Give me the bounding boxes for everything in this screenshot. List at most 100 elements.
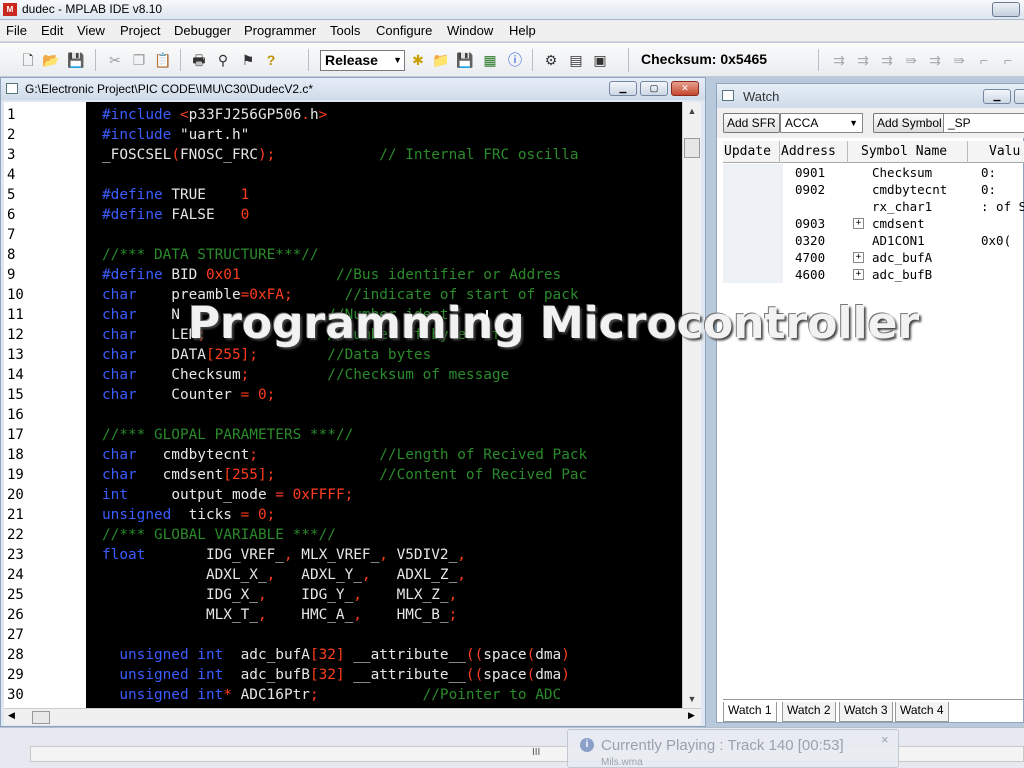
debug-step-icon[interactable]: ⇉	[854, 51, 872, 69]
menu-debugger[interactable]: Debugger	[174, 23, 231, 38]
find-in-files-icon[interactable]: ⚑	[239, 51, 257, 69]
code-line[interactable]: IDG_X_, IDG_Y_, MLX_Z_,	[102, 585, 457, 605]
copy-icon[interactable]: ❐	[130, 51, 148, 69]
code-line[interactable]: MLX_T_, HMC_A_, HMC_B_;	[102, 605, 457, 625]
help-icon[interactable]: ?	[262, 51, 280, 69]
save-icon[interactable]: 💾	[67, 51, 85, 69]
maximize-button[interactable]	[1014, 89, 1024, 104]
close-icon[interactable]: ×	[881, 732, 889, 747]
minimize-button[interactable]: ▁	[983, 89, 1011, 104]
memory-icon[interactable]: ▣	[591, 51, 609, 69]
code-line[interactable]: ADXL_X_, ADXL_Y_, ADXL_Z_,	[102, 565, 466, 585]
menu-file[interactable]: File	[6, 23, 27, 38]
column-address[interactable]: Address	[781, 144, 836, 159]
watch-row[interactable]: 0903 + cmdsent	[723, 215, 1024, 232]
new-project-icon[interactable]: ✱	[409, 51, 427, 69]
tab-watch-2[interactable]: Watch 2	[782, 702, 836, 722]
tab-watch-4[interactable]: Watch 4	[895, 702, 949, 722]
tab-watch-1[interactable]: Watch 1	[723, 702, 777, 722]
code-line[interactable]: #define BID 0x01 //Bus identifier or Add…	[102, 265, 561, 285]
column-update[interactable]: Update	[724, 144, 771, 159]
code-line[interactable]: unsigned int adc_bufB[32] __attribute__(…	[102, 665, 570, 685]
tab-watch-3[interactable]: Watch 3	[839, 702, 893, 722]
column-divider[interactable]	[967, 141, 968, 163]
watch-row[interactable]: 4700 + adc_bufA	[723, 249, 1024, 266]
code-line[interactable]: //*** DATA STRUCTURE***//	[102, 245, 319, 265]
debug-breakpoint-icon[interactable]: ⇛	[950, 51, 968, 69]
watch-row[interactable]: 4600 + adc_bufB	[723, 266, 1024, 283]
code-line[interactable]: unsigned int adc_bufA[32] __attribute__(…	[102, 645, 570, 665]
scrollbar-grip[interactable]: III	[532, 747, 540, 758]
build-config-select[interactable]: Release ▼	[320, 50, 405, 71]
build-icon[interactable]: ▦	[481, 51, 499, 69]
menu-project[interactable]: Project	[120, 23, 160, 38]
expand-icon[interactable]: +	[853, 252, 864, 263]
code-line[interactable]: char cmdsent[255]; //Content of Recived …	[102, 465, 587, 485]
menu-help[interactable]: Help	[509, 23, 536, 38]
find-icon[interactable]: ⚲	[214, 51, 232, 69]
cut-icon[interactable]: ✂	[106, 51, 124, 69]
code-line[interactable]: char Counter = 0;	[102, 385, 275, 405]
code-line[interactable]: #include <p33FJ256GP506.h>	[102, 105, 327, 125]
code-line[interactable]: char Checksum; //Checksum of message	[102, 365, 509, 385]
code-line[interactable]: #include "uart.h"	[102, 125, 249, 145]
watch-row[interactable]: 0902 cmdbytecnt 0:	[723, 181, 1024, 198]
code-line[interactable]: //*** GLOPAL PARAMETERS ***//	[102, 425, 353, 445]
code-editor[interactable]: #include <p33FJ256GP506.h> #include "uart…	[86, 102, 682, 708]
minimize-button[interactable]: ▁	[609, 81, 637, 96]
debug-step-out-icon[interactable]: ⇛	[902, 51, 920, 69]
add-sfr-button[interactable]: Add SFR	[723, 113, 780, 133]
menu-window[interactable]: Window	[447, 23, 493, 38]
maximize-button[interactable]: ▢	[640, 81, 668, 96]
debug-reset-icon[interactable]: ⇉	[926, 51, 944, 69]
watch-row[interactable]: 0320 AD1CON1 0x0(	[723, 232, 1024, 249]
open-project-icon[interactable]: 📁	[432, 51, 450, 69]
save-project-icon[interactable]: 💾	[456, 51, 474, 69]
code-line[interactable]: #define FALSE 0	[102, 205, 249, 225]
menu-view[interactable]: View	[77, 23, 105, 38]
scroll-down-icon[interactable]: ▼	[685, 694, 699, 704]
scrollbar-thumb[interactable]	[684, 138, 700, 158]
column-divider[interactable]	[847, 141, 848, 163]
menu-tools[interactable]: Tools	[330, 23, 360, 38]
watch-row[interactable]: 0901 Checksum 0:	[723, 164, 1024, 181]
now-playing-notification[interactable]: i Currently Playing : Track 140 [00:53] …	[567, 729, 899, 768]
code-line[interactable]: char cmdbytecnt; //Length of Recived Pac…	[102, 445, 587, 465]
scroll-up-icon[interactable]: ▲	[685, 106, 699, 116]
code-line[interactable]: unsigned int* ADC16Ptr; //Pointer to ADC	[102, 685, 561, 705]
add-symbol-button[interactable]: Add Symbol	[873, 113, 946, 133]
expand-icon[interactable]: +	[853, 269, 864, 280]
watch-row[interactable]: rx_char1: of Sc	[723, 198, 1024, 215]
paste-icon[interactable]: 📋	[154, 51, 172, 69]
make-icon[interactable]: ⚙	[542, 51, 560, 69]
debug-animate-icon[interactable]: ⌐	[999, 51, 1017, 69]
code-line[interactable]: _FOSCSEL(FNOSC_FRC); // Internal FRC osc…	[102, 145, 579, 165]
debug-halt-icon[interactable]: ⌐	[975, 51, 993, 69]
new-file-icon[interactable]: 🗋	[19, 51, 37, 69]
open-folder-icon[interactable]: 📂	[42, 51, 60, 69]
code-line[interactable]: #define TRUE 1	[102, 185, 249, 205]
expand-icon[interactable]: +	[853, 218, 864, 229]
column-value[interactable]: Valu	[989, 144, 1020, 159]
scroll-right-icon[interactable]: ▶	[688, 710, 695, 721]
vertical-scrollbar[interactable]: ▲ ▼	[682, 102, 701, 708]
code-line[interactable]: unsigned ticks = 0;	[102, 505, 275, 525]
menu-configure[interactable]: Configure	[376, 23, 432, 38]
build-all-icon[interactable]: ▤	[567, 51, 585, 69]
scroll-left-icon[interactable]: ◀	[8, 710, 15, 721]
build-info-icon[interactable]: ⓘ	[506, 51, 524, 69]
code-line[interactable]: float IDG_VREF_, MLX_VREF_, V5DIV2_,	[102, 545, 466, 565]
code-line[interactable]: int output_mode = 0xFFFF;	[102, 485, 353, 505]
horizontal-scrollbar[interactable]: ◀ ▶	[4, 708, 701, 725]
symbol-select[interactable]: _SP	[943, 113, 1024, 133]
close-button[interactable]: ✕	[671, 81, 699, 96]
window-controls-button[interactable]	[992, 2, 1020, 17]
sfr-select[interactable]: ACCA ▼	[780, 113, 863, 133]
menu-programmer[interactable]: Programmer	[244, 23, 316, 38]
menu-edit[interactable]: Edit	[41, 23, 63, 38]
debug-step-over-icon[interactable]: ⇉	[878, 51, 896, 69]
debug-run-icon[interactable]: ⇉	[830, 51, 848, 69]
column-symbol-name[interactable]: Symbol Name	[861, 144, 947, 159]
code-line[interactable]: //*** GLOBAL VARIABLE ***//	[102, 525, 336, 545]
column-divider[interactable]	[779, 141, 780, 163]
